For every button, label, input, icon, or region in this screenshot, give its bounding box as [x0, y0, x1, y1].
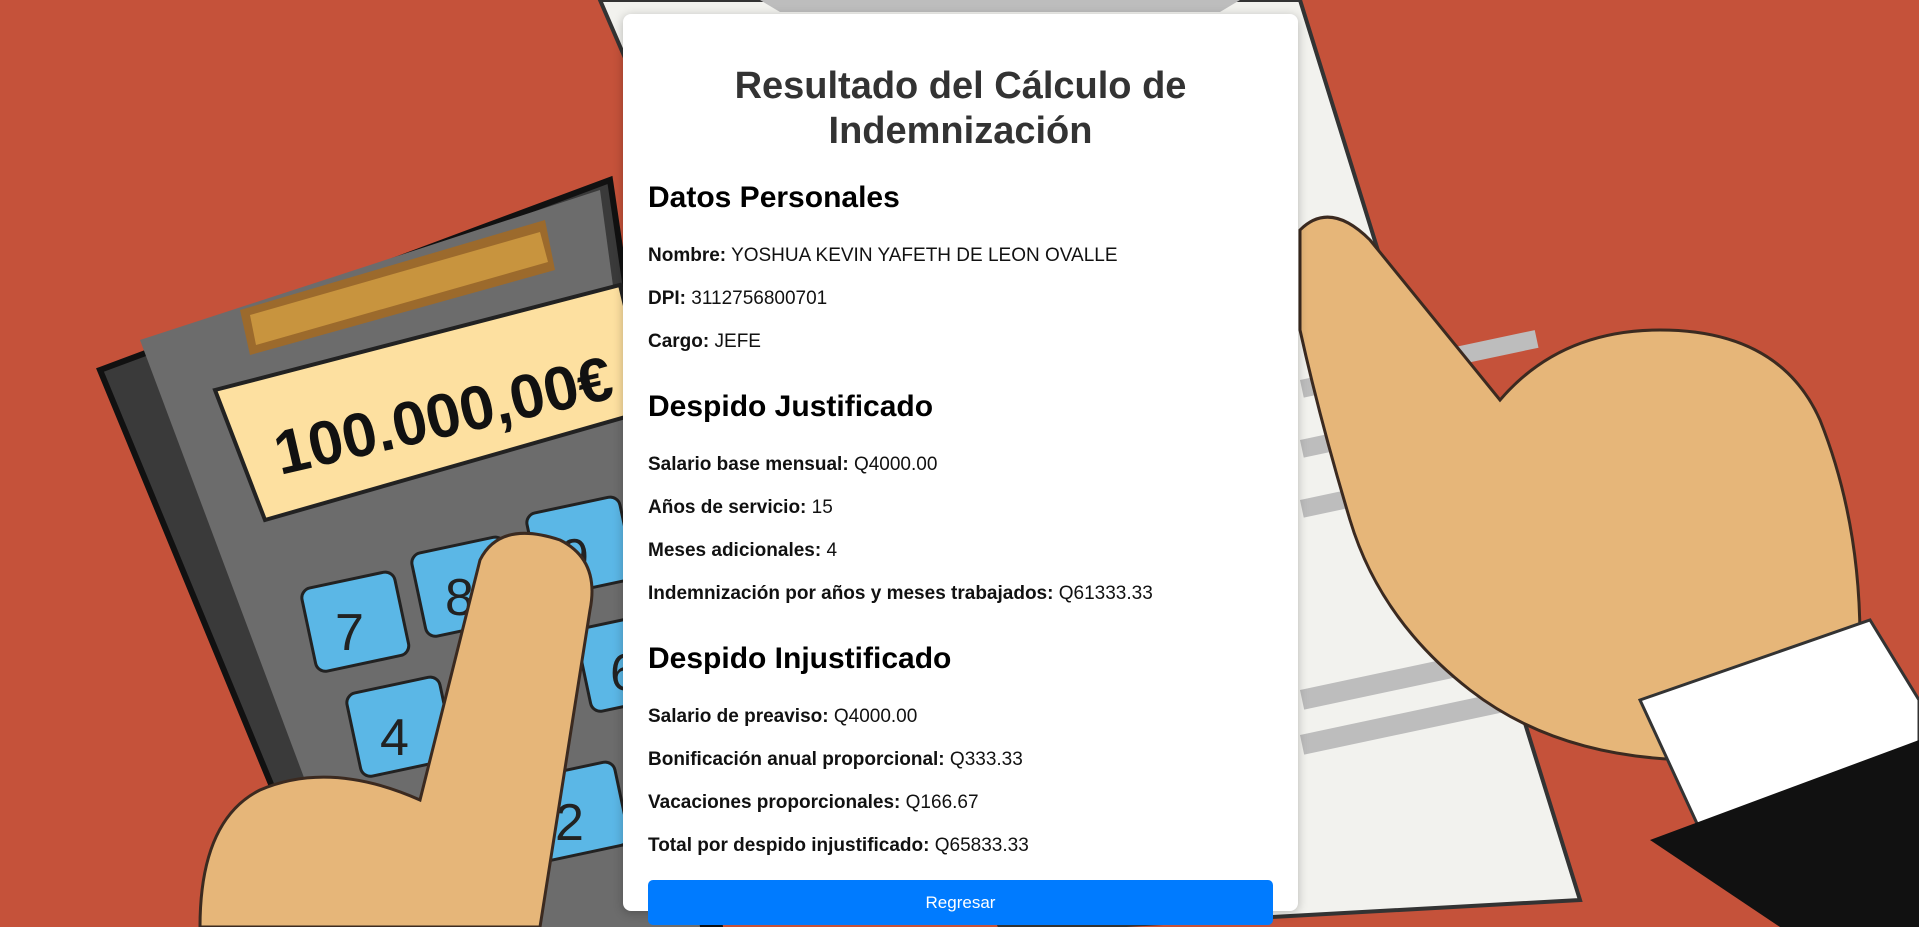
- field-label: Nombre:: [648, 245, 727, 266]
- result-card: Resultado del Cálculo de Indemnización D…: [623, 14, 1298, 925]
- field-indemnizacion: Indemnización por años y meses trabajado…: [648, 572, 1273, 615]
- calculator-key-label: 7: [335, 604, 364, 662]
- field-label: Cargo:: [648, 331, 710, 352]
- field-salario-preaviso: Salario de preaviso: Q4000.00: [648, 695, 1273, 738]
- field-vacaciones: Vacaciones proporcionales: Q166.67: [648, 781, 1273, 824]
- field-dpi: DPI: 3112756800701: [648, 277, 1273, 320]
- field-label: Meses adicionales:: [648, 540, 822, 561]
- calculator-key: 7: [300, 570, 411, 673]
- field-bonificacion: Bonificación anual proporcional: Q333.33: [648, 738, 1273, 781]
- field-value: YOSHUA KEVIN YAFETH DE LEON OVALLE: [731, 245, 1118, 266]
- field-salario-base: Salario base mensual: Q4000.00: [648, 443, 1273, 486]
- section-heading-injustificado: Despido Injustificado: [648, 642, 952, 675]
- field-label: Vacaciones proporcionales:: [648, 792, 901, 813]
- field-value: Q333.33: [949, 749, 1023, 770]
- field-label: Bonificación anual proporcional:: [648, 749, 945, 770]
- field-label: Salario base mensual:: [648, 454, 849, 475]
- field-value: Q166.67: [905, 792, 979, 813]
- field-value: 15: [811, 497, 833, 518]
- section-heading-personal: Datos Personales: [648, 181, 900, 214]
- section-heading-justificado: Despido Justificado: [648, 390, 934, 423]
- field-anios-servicio: Años de servicio: 15: [648, 486, 1273, 529]
- field-label: Total por despido injustificado:: [648, 835, 930, 856]
- page-title: Resultado del Cálculo de Indemnización: [734, 65, 1187, 152]
- field-value: 4: [826, 540, 838, 561]
- field-value: Q61333.33: [1058, 583, 1153, 604]
- field-value: Q4000.00: [833, 706, 918, 727]
- field-label: DPI:: [648, 288, 686, 309]
- field-label: Años de servicio:: [648, 497, 807, 518]
- field-value: Q4000.00: [853, 454, 938, 475]
- field-label: Indemnización por años y meses trabajado…: [648, 583, 1054, 604]
- field-label: Salario de preaviso:: [648, 706, 829, 727]
- field-value: Q65833.33: [934, 835, 1029, 856]
- field-meses-adicionales: Meses adicionales: 4: [648, 529, 1273, 572]
- back-button[interactable]: Regresar: [648, 880, 1273, 925]
- field-total-injustificado: Total por despido injustificado: Q65833.…: [648, 824, 1273, 867]
- field-cargo: Cargo: JEFE: [648, 320, 1273, 363]
- field-nombre: Nombre: YOSHUA KEVIN YAFETH DE LEON OVAL…: [648, 234, 1273, 277]
- field-value: JEFE: [714, 331, 761, 352]
- field-value: 3112756800701: [691, 288, 828, 309]
- calculator-key-label: 4: [380, 709, 409, 767]
